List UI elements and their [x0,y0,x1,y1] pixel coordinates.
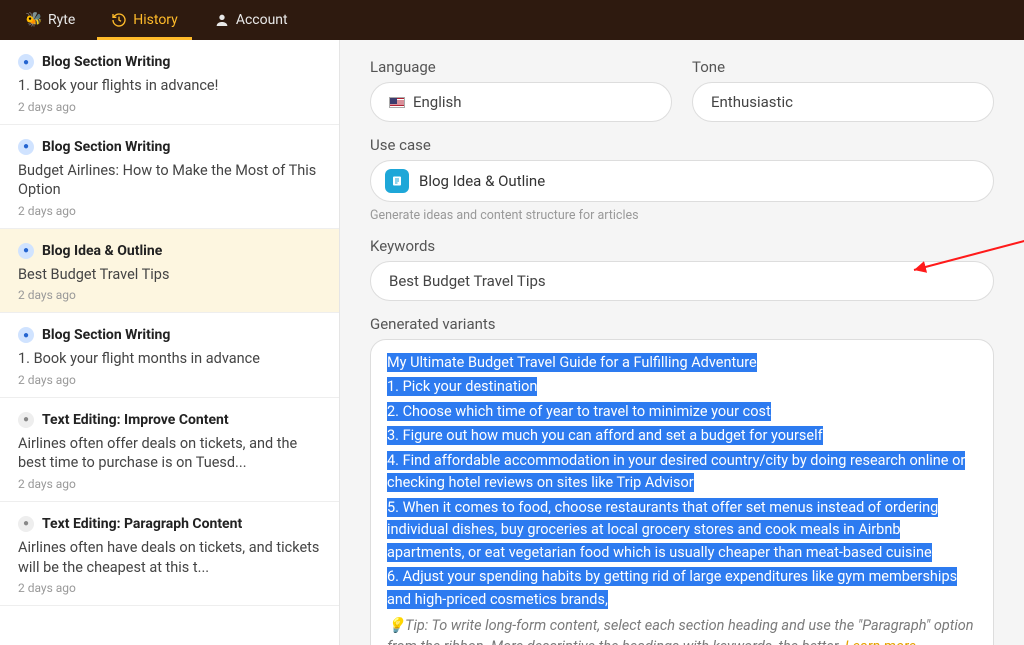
history-sidebar[interactable]: ● Blog Section Writing 1. Book your flig… [0,40,340,645]
output-line[interactable]: 2. Choose which time of year to travel t… [387,401,977,423]
history-item-type: Blog Idea & Outline [42,243,162,259]
variants-label: Generated variants [370,315,994,333]
account-icon [214,12,230,28]
history-item-type: Blog Section Writing [42,54,170,70]
nav-history[interactable]: History [97,0,192,40]
history-item-type: Blog Section Writing [42,327,170,343]
history-item-snippet: 1. Book your flight months in advance [18,349,321,369]
language-label: Language [370,58,672,76]
output-line[interactable]: 1. Pick your destination [387,376,977,398]
history-item[interactable]: ● Blog Section Writing Budget Airlines: … [0,125,339,229]
nav-account[interactable]: Account [200,0,302,40]
language-select[interactable]: English [370,82,672,122]
history-type-icon: ● [18,243,34,259]
history-type-icon: ● [18,54,34,70]
history-type-icon: ● [18,412,34,428]
history-item-type: Text Editing: Paragraph Content [42,516,242,532]
generated-output[interactable]: My Ultimate Budget Travel Guide for a Fu… [370,339,994,645]
nav-brand[interactable]: 🐝 Ryte [12,0,89,40]
tone-value: Enthusiastic [711,93,793,111]
tone-label: Tone [692,58,994,76]
history-item-snippet: Best Budget Travel Tips [18,265,321,285]
history-type-icon: ● [18,327,34,343]
history-item-time: 2 days ago [18,288,321,302]
output-line[interactable]: 4. Find affordable accommodation in your… [387,450,977,495]
top-nav: 🐝 Ryte History Account [0,0,1024,40]
history-type-icon: ● [18,516,34,532]
history-item-time: 2 days ago [18,581,321,595]
history-item-snippet: Airlines often offer deals on tickets, a… [18,434,321,473]
keywords-label: Keywords [370,237,994,255]
history-item[interactable]: ● Blog Idea & Outline Best Budget Travel… [0,229,339,314]
output-line[interactable]: 6. Adjust your spending habits by gettin… [387,566,977,611]
usecase-hint: Generate ideas and content structure for… [370,208,994,223]
main-content: Language English Tone Enthusiastic Use c… [340,40,1024,645]
us-flag-icon [389,97,405,108]
history-item-type: Blog Section Writing [42,139,170,155]
history-icon [111,12,127,28]
history-item[interactable]: ● Text Editing: Improve Content Airlines… [0,398,339,502]
history-item-snippet: Airlines often have deals on tickets, an… [18,538,321,577]
history-item[interactable]: ● Blog Section Writing 1. Book your flig… [0,40,339,125]
history-item[interactable]: ● Text Editing: Paragraph Content Airlin… [0,502,339,606]
language-value: English [413,93,462,111]
history-item-time: 2 days ago [18,204,321,218]
history-type-icon: ● [18,139,34,155]
history-item-snippet: 1. Book your flights in advance! [18,76,321,96]
history-item[interactable]: ● Blog Section Writing 1. Book your flig… [0,313,339,398]
keywords-value: Best Budget Travel Tips [389,272,546,290]
usecase-value: Blog Idea & Outline [419,172,545,190]
usecase-label: Use case [370,136,994,154]
document-icon [385,169,409,193]
nav-history-label: History [133,12,178,28]
history-item-snippet: Budget Airlines: How to Make the Most of… [18,161,321,200]
output-line[interactable]: 5. When it comes to food, choose restaur… [387,497,977,564]
history-item-type: Text Editing: Improve Content [42,412,229,428]
usecase-select[interactable]: Blog Idea & Outline [370,160,994,202]
tone-select[interactable]: Enthusiastic [692,82,994,122]
brand-label: Ryte [48,12,75,28]
learn-more-link[interactable]: Learn more → [845,638,934,645]
keywords-input[interactable]: Best Budget Travel Tips [370,261,994,301]
history-item-time: 2 days ago [18,477,321,491]
output-line[interactable]: My Ultimate Budget Travel Guide for a Fu… [387,352,977,374]
history-item-time: 2 days ago [18,100,321,114]
nav-account-label: Account [236,12,288,28]
tip-text: 💡Tip: To write long-form content, select… [387,615,977,645]
brand-icon: 🐝 [26,12,42,28]
output-line[interactable]: 3. Figure out how much you can afford an… [387,425,977,447]
history-item-time: 2 days ago [18,373,321,387]
